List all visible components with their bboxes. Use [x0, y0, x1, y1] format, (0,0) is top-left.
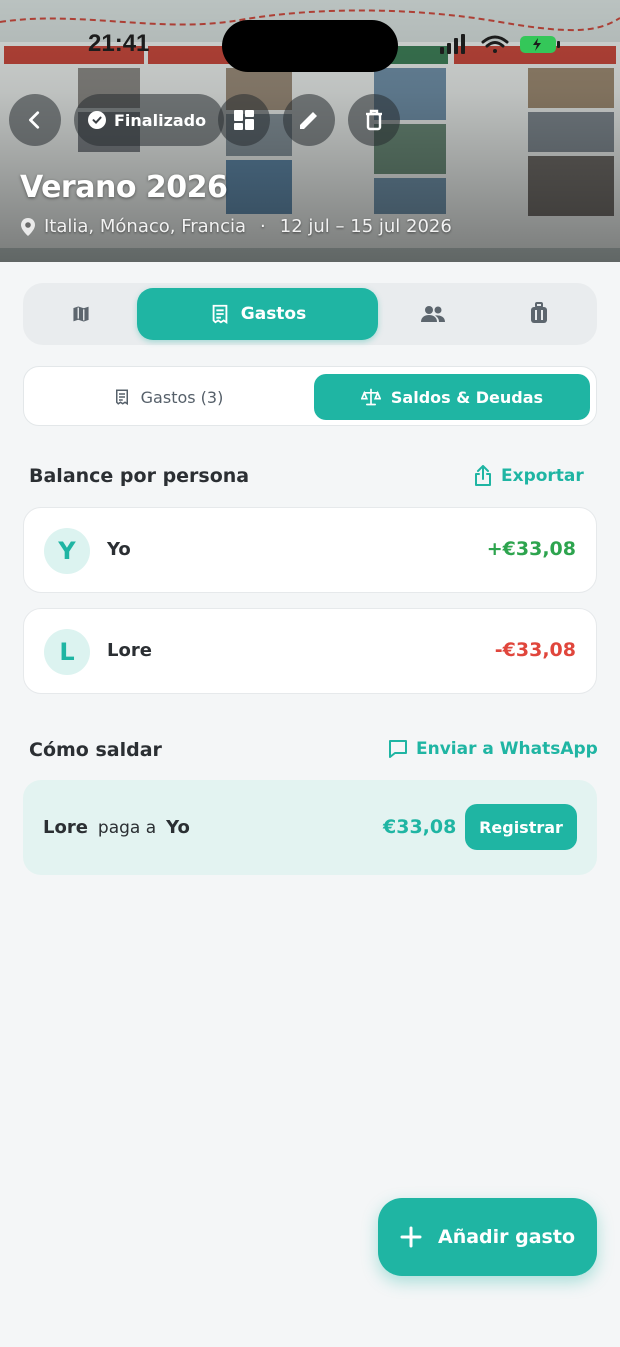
- subtab-expenses[interactable]: Gastos (3): [32, 374, 304, 420]
- check-circle-icon: [88, 111, 106, 129]
- send-whatsapp-button[interactable]: Enviar a WhatsApp: [388, 739, 598, 759]
- tab-gastos-label: Gastos: [240, 304, 307, 324]
- register-payment-button[interactable]: Registrar: [465, 804, 577, 850]
- send-whatsapp-label: Enviar a WhatsApp: [416, 739, 598, 759]
- avatar: Y: [44, 528, 90, 574]
- tab-map[interactable]: [43, 288, 119, 340]
- balance-person-card: Y Yo +€33,08: [23, 507, 597, 593]
- chevron-left-icon: [29, 111, 40, 129]
- tab-gastos[interactable]: Gastos: [137, 288, 378, 340]
- share-icon: [475, 465, 491, 486]
- tab-luggage[interactable]: [501, 288, 577, 340]
- meta-separator: ·: [260, 216, 266, 237]
- luggage-icon: [531, 302, 547, 323]
- back-button[interactable]: [9, 94, 61, 146]
- location-pin-icon: [21, 217, 35, 236]
- scale-icon: [360, 388, 381, 406]
- person-balance-amount: +€33,08: [486, 538, 576, 560]
- receipt-icon: [212, 304, 228, 324]
- subtab-expenses-label: Gastos (3): [140, 387, 224, 407]
- export-button[interactable]: Exportar: [473, 465, 584, 487]
- signal-icon: [440, 34, 465, 54]
- subtab-balances-label: Saldos & Deudas: [390, 387, 544, 407]
- balance-person-card: L Lore -€33,08: [23, 608, 597, 694]
- trip-title: Verano 2026: [20, 170, 228, 205]
- battery-icon: [520, 36, 560, 53]
- export-label: Exportar: [501, 466, 584, 486]
- trash-icon: [366, 109, 382, 131]
- pencil-icon: [300, 112, 317, 129]
- payee-name: Yo: [166, 817, 190, 838]
- status-bar-time: 21:41: [88, 30, 150, 57]
- receipt-icon: [115, 389, 128, 406]
- wifi-icon: [481, 35, 509, 53]
- subtab-balances[interactable]: Saldos & Deudas: [314, 374, 590, 420]
- settlement-verb: paga a: [97, 818, 157, 838]
- trip-meta: Italia, Mónaco, Francia · 12 jul – 15 ju…: [20, 216, 452, 237]
- expenses-subtab-bar: Gastos (3) Saldos & Deudas: [23, 366, 597, 426]
- trip-dates: 12 jul – 15 jul 2026: [279, 216, 452, 237]
- status-bar-icons: [440, 34, 560, 54]
- main-tab-bar: Gastos: [23, 283, 597, 345]
- balance-section-title: Balance por persona: [29, 465, 250, 487]
- settlement-amount: €33,08: [383, 816, 457, 838]
- settle-section-title: Cómo saldar: [29, 739, 162, 761]
- settlement-card: Lore paga a Yo €33,08 Registrar: [23, 780, 597, 875]
- trip-status-badge: Finalizado: [74, 94, 225, 146]
- person-name: Yo: [107, 539, 131, 560]
- tab-people[interactable]: [395, 288, 471, 340]
- dashboard-button[interactable]: [218, 94, 270, 146]
- chat-bubble-icon: [389, 740, 407, 758]
- dashboard-icon: [234, 110, 254, 130]
- add-expense-button[interactable]: Añadir gasto: [378, 1198, 597, 1276]
- payer-name: Lore: [43, 817, 88, 838]
- settlement-text: Lore paga a Yo: [43, 817, 190, 838]
- avatar: L: [44, 629, 90, 675]
- person-balance-amount: -€33,08: [494, 639, 576, 661]
- delete-trip-button[interactable]: [348, 94, 400, 146]
- person-name: Lore: [107, 640, 152, 661]
- map-icon: [72, 304, 90, 324]
- trip-status-label: Finalizado: [114, 110, 207, 130]
- edit-trip-button[interactable]: [283, 94, 335, 146]
- plus-icon: [400, 1226, 422, 1248]
- add-expense-label: Añadir gasto: [437, 1226, 576, 1248]
- people-icon: [421, 306, 445, 322]
- dynamic-island: [222, 20, 398, 72]
- trip-locations: Italia, Mónaco, Francia: [44, 216, 247, 237]
